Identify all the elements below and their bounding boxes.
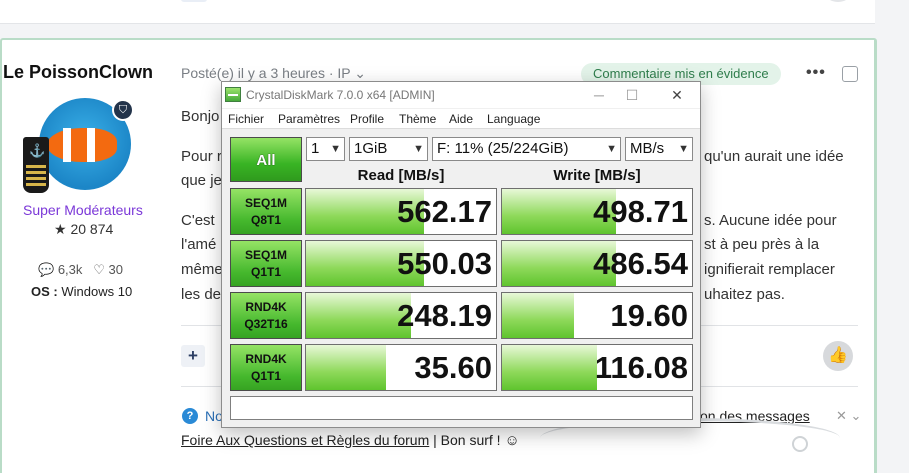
post-body-right: qu'un aurait une idée bbox=[704, 148, 844, 165]
seq1m-q8t1-button[interactable]: SEQ1M Q8T1 bbox=[230, 188, 302, 235]
multiquote-button[interactable]: + bbox=[181, 345, 205, 367]
chevron-down-icon: ▼ bbox=[678, 143, 689, 155]
menu-profile[interactable]: Profile bbox=[350, 112, 384, 126]
chevron-down-icon: ▼ bbox=[330, 143, 341, 155]
close-icon[interactable]: ✕ ⌄ bbox=[836, 408, 861, 424]
heart-icon: ♡ bbox=[93, 262, 105, 277]
crystaldiskmark-app-icon bbox=[225, 87, 241, 102]
previous-post-button[interactable] bbox=[181, 0, 207, 2]
unit-select[interactable]: MB/s ▼ bbox=[625, 137, 693, 161]
size-select[interactable]: 1GiB ▼ bbox=[349, 137, 428, 161]
read-result: 550.03 bbox=[305, 240, 497, 287]
rnd4k-q32t16-button[interactable]: RND4K Q32T16 bbox=[230, 292, 302, 339]
question-icon: ? bbox=[182, 408, 198, 424]
read-result: 562.17 bbox=[305, 188, 497, 235]
menu-aide[interactable]: Aide bbox=[449, 112, 473, 126]
read-result: 248.19 bbox=[305, 292, 497, 339]
minimize-icon[interactable]: ─ bbox=[584, 85, 614, 105]
crystaldiskmark-window: CrystalDiskMark 7.0.0 x64 [ADMIN] ─ ☐ ✕ … bbox=[221, 81, 701, 428]
maximize-icon[interactable]: ☐ bbox=[617, 85, 647, 105]
faq-link[interactable]: Foire Aux Questions et Règles du forum bbox=[181, 432, 429, 448]
comment-field[interactable] bbox=[230, 396, 693, 420]
author-reputation: ★ 20 874 bbox=[54, 221, 113, 238]
chevron-down-icon: ▼ bbox=[413, 143, 424, 155]
read-result: 35.60 bbox=[305, 344, 497, 391]
result-bar bbox=[306, 293, 411, 338]
result-bar bbox=[502, 345, 597, 390]
write-result: 498.71 bbox=[501, 188, 693, 235]
write-result: 19.60 bbox=[501, 292, 693, 339]
previous-post-footer bbox=[0, 0, 875, 24]
author-os: OS : Windows 10 bbox=[31, 284, 132, 299]
comment-count: 6,3k bbox=[57, 262, 83, 277]
post-meta[interactable]: Posté(e) il y a 3 heures · IP ⌄ bbox=[181, 65, 366, 82]
chevron-down-icon: ⌄ bbox=[354, 65, 366, 81]
count-select[interactable]: 1 ▼ bbox=[306, 137, 345, 161]
comment-icon: 💬 bbox=[38, 262, 55, 277]
smile-icon: ☺ bbox=[504, 432, 520, 449]
write-result: 116.08 bbox=[501, 344, 693, 391]
signature-text: | Bon surf ! bbox=[429, 432, 505, 448]
chevron-down-icon: ▼ bbox=[606, 143, 617, 155]
menu-fichier[interactable]: Fichier bbox=[228, 112, 264, 126]
post-body-right: s. Aucune idée pour bbox=[704, 212, 837, 229]
result-bar bbox=[306, 345, 386, 390]
forum-page: Le PoissonClown ⛉ ⚓ Super Modérateurs ★ … bbox=[0, 0, 909, 473]
write-header: Write [MB/s] bbox=[553, 167, 641, 184]
seq1m-q1t1-button[interactable]: SEQ1M Q1T1 bbox=[230, 240, 302, 287]
run-all-button[interactable]: All bbox=[230, 137, 302, 182]
signature: Foire Aux Questions et Règles du forum |… bbox=[181, 432, 520, 449]
post-body-right: uhaitez pas. bbox=[704, 286, 785, 303]
reputation-value: 20 874 bbox=[70, 221, 114, 237]
os-value: Windows 10 bbox=[61, 284, 133, 299]
rnd4k-q1t1-button[interactable]: RND4K Q1T1 bbox=[230, 344, 302, 391]
star-icon: ★ bbox=[54, 221, 67, 237]
close-icon[interactable]: ✕ bbox=[662, 85, 692, 105]
menu-language[interactable]: Language bbox=[487, 112, 540, 126]
drive-select[interactable]: F: 11% (25/224GiB) ▼ bbox=[432, 137, 621, 161]
post-body-right: st à peu près à la bbox=[704, 236, 820, 253]
signature-decoration-dot bbox=[792, 436, 808, 452]
post-body-right: ignifierait remplacer bbox=[704, 261, 835, 278]
previous-like-button[interactable] bbox=[824, 0, 852, 2]
menu-theme[interactable]: Thème bbox=[399, 112, 436, 126]
window-title: CrystalDiskMark 7.0.0 x64 [ADMIN] bbox=[246, 88, 435, 102]
more-options-icon[interactable]: ••• bbox=[806, 64, 826, 82]
select-post-checkbox[interactable] bbox=[842, 66, 858, 82]
author-role[interactable]: Super Modérateurs bbox=[23, 202, 143, 218]
os-label: OS : bbox=[31, 284, 58, 299]
rank-insignia-icon: ⚓ bbox=[23, 137, 49, 193]
author-stats: 💬 6,3k ♡ 30 bbox=[38, 262, 123, 278]
menu-parametres[interactable]: Paramètres bbox=[278, 112, 340, 126]
menu-bar: Fichier Paramètres Profile Thème Aide La… bbox=[222, 109, 700, 129]
likes-count: 30 bbox=[108, 262, 123, 277]
author-name[interactable]: Le PoissonClown bbox=[3, 62, 153, 83]
shield-icon: ⛉ bbox=[112, 99, 134, 121]
read-header: Read [MB/s] bbox=[357, 167, 445, 184]
title-bar[interactable]: CrystalDiskMark 7.0.0 x64 [ADMIN] ─ ☐ ✕ bbox=[222, 82, 700, 108]
write-result: 486.54 bbox=[501, 240, 693, 287]
clownfish-image bbox=[47, 128, 117, 162]
result-bar bbox=[502, 293, 575, 338]
thumbs-up-icon[interactable]: 👍 bbox=[823, 341, 853, 371]
